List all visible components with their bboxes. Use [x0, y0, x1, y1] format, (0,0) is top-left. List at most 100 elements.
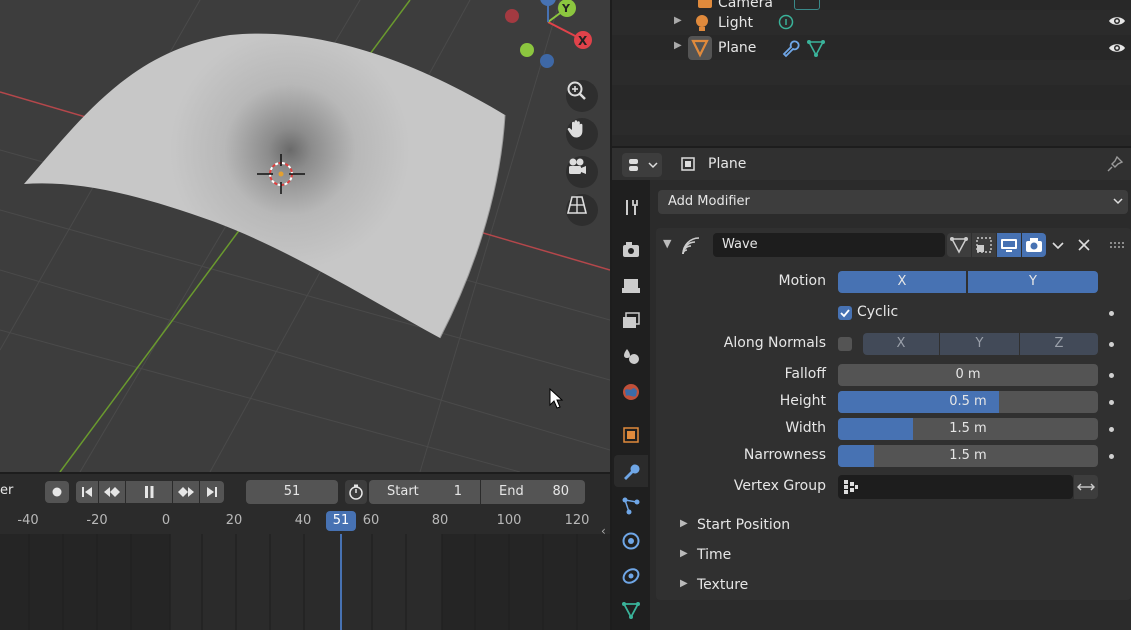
cyclic-checkbox[interactable] [838, 306, 852, 320]
constraints-tab-icon[interactable] [618, 563, 644, 589]
end-frame-value: 80 [552, 484, 569, 499]
record-button[interactable] [45, 481, 69, 503]
scene-tab-icon[interactable] [618, 343, 644, 369]
remove-modifier-close-icon[interactable] [1076, 236, 1092, 258]
viewport-display-toggle-icon[interactable] [997, 233, 1021, 257]
width-label: Width [785, 420, 826, 436]
vertex-group-field[interactable] [838, 475, 1073, 499]
playback-menu[interactable]: er [0, 483, 13, 498]
visibility-eye-icon[interactable] [1108, 14, 1126, 32]
stopwatch-icon[interactable] [345, 480, 367, 504]
next-keyframe-icon[interactable] [173, 481, 199, 503]
outliner-item-label: Light [718, 15, 753, 31]
viewport-scene: X Y [0, 0, 610, 472]
current-frame-field[interactable]: 51 [246, 480, 338, 504]
current-frame-value: 51 [283, 484, 301, 499]
modifier-tab-icon[interactable] [618, 458, 644, 484]
normals-z-toggle[interactable]: Z [1020, 333, 1098, 355]
add-modifier-button[interactable]: Add Modifier [658, 190, 1128, 214]
outliner-item-light[interactable]: ▶ Light [612, 11, 1131, 36]
object-tab-icon[interactable] [618, 422, 644, 448]
along-normals-checkbox[interactable] [838, 337, 852, 351]
view-layer-tab-icon[interactable] [618, 308, 644, 334]
texture-subpanel[interactable]: ▶ Texture [656, 572, 1131, 600]
jump-end-icon[interactable] [200, 481, 224, 503]
collapse-sidebar-icon[interactable]: ‹ [601, 524, 606, 538]
particles-tab-icon[interactable] [618, 493, 644, 519]
height-slider[interactable]: 0.5 m [838, 391, 1098, 413]
modifier-name-field[interactable]: Wave [713, 233, 945, 257]
ruler-label: 40 [294, 513, 312, 528]
texture-label: Texture [697, 577, 749, 593]
outliner-item-label: Plane [718, 40, 757, 56]
timeline-area[interactable] [0, 534, 610, 630]
visibility-eye-icon[interactable] [1108, 41, 1126, 59]
motion-x-label: X [897, 274, 907, 289]
outliner-item-label: Camera [718, 0, 773, 11]
mesh-data-icon [806, 38, 826, 62]
render-tab-icon[interactable] [618, 237, 644, 263]
ruler-label: 60 [362, 513, 380, 528]
perspective-grid-icon[interactable] [566, 194, 598, 226]
expand-icon: ▶ [680, 548, 688, 559]
edit-mode-toggle-icon[interactable] [947, 233, 971, 257]
vertex-group-label: Vertex Group [733, 478, 826, 494]
normals-z-label: Z [1054, 336, 1064, 351]
narrowness-slider[interactable]: 1.5 m [838, 445, 1098, 467]
start-position-label: Start Position [697, 517, 791, 533]
jump-start-icon[interactable] [76, 481, 98, 503]
modifier-options-chevron-icon[interactable] [1050, 236, 1066, 258]
keyframe-dot-icon[interactable] [1109, 400, 1114, 405]
keyframe-dot-icon[interactable] [1109, 454, 1114, 459]
physics-tab-icon[interactable] [618, 528, 644, 554]
falloff-slider[interactable]: 0 m [838, 364, 1098, 386]
width-slider[interactable]: 1.5 m [838, 418, 1098, 440]
mesh-data-tab-icon[interactable] [618, 597, 644, 623]
zoom-icon[interactable] [566, 80, 598, 112]
time-subpanel[interactable]: ▶ Time [656, 542, 1131, 570]
keyframe-dot-icon[interactable] [1109, 427, 1114, 432]
on-cage-toggle-icon[interactable] [972, 233, 996, 257]
tool-tab-icon[interactable] [618, 194, 644, 220]
motion-y-toggle[interactable]: Y [968, 271, 1098, 293]
object-icon [679, 155, 697, 177]
pan-hand-icon[interactable] [566, 118, 598, 150]
normals-x-toggle[interactable]: X [863, 333, 939, 355]
expand-icon: ▶ [680, 518, 688, 529]
drag-handle-icon[interactable] [1109, 240, 1125, 255]
pin-icon[interactable] [1106, 155, 1124, 177]
end-frame-field[interactable]: End 80 [481, 480, 585, 504]
pause-icon[interactable] [126, 481, 172, 503]
outliner-item-plane[interactable]: ▶ Plane [612, 36, 1131, 61]
editor-type-dropdown[interactable] [622, 153, 662, 177]
mouse-pointer [549, 387, 564, 409]
mesh-object-icon [688, 36, 712, 60]
camera-object-icon [698, 0, 712, 8]
keyframe-dot-icon[interactable] [1109, 311, 1114, 316]
ruler-label: -20 [86, 513, 108, 528]
playhead[interactable]: 51 [326, 511, 356, 531]
add-modifier-label: Add Modifier [668, 194, 750, 209]
start-frame-field[interactable]: Start 1 [369, 480, 480, 504]
start-position-subpanel[interactable]: ▶ Start Position [656, 512, 1131, 540]
collapse-panel-icon[interactable]: ▼ [663, 237, 671, 250]
normals-y-toggle[interactable]: Y [940, 333, 1019, 355]
keyframe-dot-icon[interactable] [1109, 373, 1114, 378]
expand-icon[interactable]: ▶ [674, 15, 682, 26]
camera-view-icon[interactable] [566, 156, 598, 188]
invert-vertex-group-icon[interactable] [1074, 475, 1098, 499]
motion-x-toggle[interactable]: X [838, 271, 966, 293]
timeline-grid [28, 534, 578, 630]
motion-label: Motion [778, 273, 826, 289]
expand-icon[interactable]: ▶ [674, 40, 682, 51]
svg-text:X: X [578, 34, 588, 48]
output-tab-icon[interactable] [618, 273, 644, 299]
world-tab-icon[interactable] [618, 379, 644, 405]
prev-keyframe-icon[interactable] [99, 481, 125, 503]
playhead-frame: 51 [332, 513, 350, 528]
keyframe-dot-icon[interactable] [1109, 342, 1114, 347]
cyclic-label: Cyclic [857, 304, 899, 320]
render-toggle-icon[interactable] [1022, 233, 1046, 257]
3d-viewport[interactable]: X Y [0, 0, 610, 472]
along-normals-label: Along Normals [723, 335, 826, 351]
